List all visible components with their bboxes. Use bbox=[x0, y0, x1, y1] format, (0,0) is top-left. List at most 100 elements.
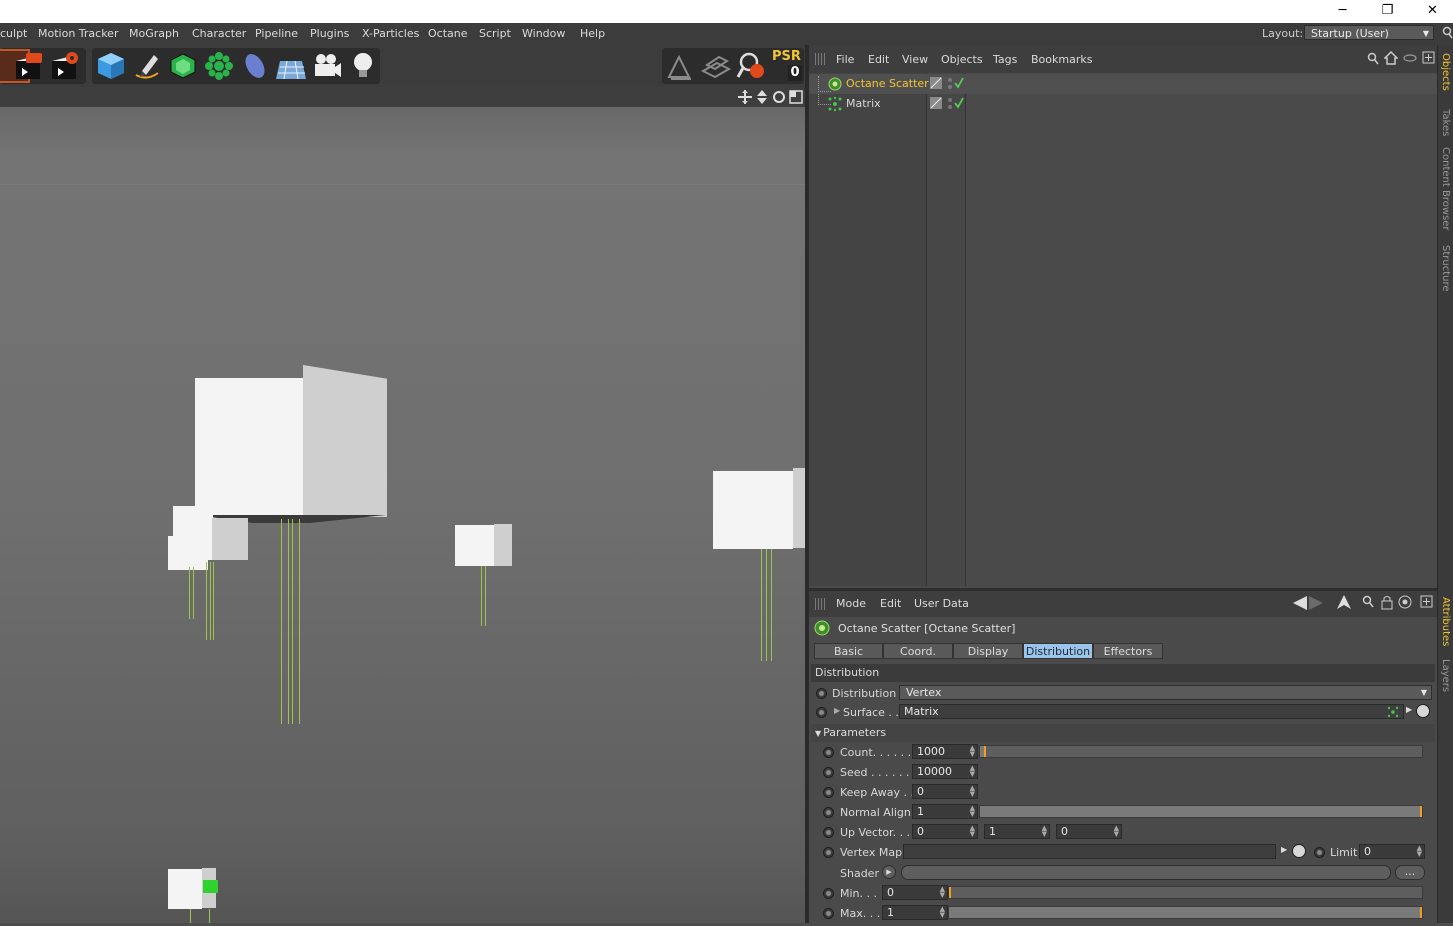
menu-script[interactable]: Script bbox=[479, 27, 511, 40]
link-menu-arrow-icon[interactable]: ▶ bbox=[1281, 845, 1287, 854]
rotate-view-icon[interactable] bbox=[772, 90, 786, 104]
menu-window[interactable]: Window bbox=[522, 27, 565, 40]
cube-icon[interactable] bbox=[94, 49, 128, 83]
seed-input[interactable]: 10000 ▲ ▼ bbox=[912, 764, 978, 779]
tab-display[interactable]: Display bbox=[953, 643, 1023, 659]
menu-pipeline[interactable]: Pipeline bbox=[255, 27, 298, 40]
camera-icon[interactable] bbox=[310, 49, 344, 83]
new-panel-icon[interactable] bbox=[1422, 51, 1435, 64]
object-name[interactable]: Octane Scatter bbox=[846, 77, 929, 90]
keyframe-radio[interactable] bbox=[816, 688, 827, 699]
slider-handle[interactable] bbox=[949, 887, 951, 898]
light-icon[interactable] bbox=[346, 49, 380, 83]
layer-tag-icon[interactable] bbox=[930, 97, 944, 110]
floor-icon[interactable] bbox=[274, 49, 308, 83]
keyframe-radio[interactable] bbox=[823, 888, 834, 899]
magnifier-paint-icon[interactable] bbox=[735, 49, 769, 83]
tab-effectors[interactable]: Effectors bbox=[1093, 643, 1163, 659]
count-slider[interactable] bbox=[979, 745, 1423, 758]
search-icon[interactable] bbox=[1441, 26, 1453, 40]
min-input[interactable]: 0 ▲ ▼ bbox=[882, 885, 948, 900]
viewport-3d[interactable] bbox=[0, 87, 805, 923]
zoom-view-icon[interactable] bbox=[755, 90, 769, 104]
tab-attributes[interactable]: Attributes bbox=[1440, 597, 1451, 646]
keep-away-input[interactable]: 0 ▲ ▼ bbox=[912, 784, 978, 799]
min-slider[interactable] bbox=[948, 886, 1423, 899]
back-arrow-icon[interactable] bbox=[1293, 596, 1325, 610]
keyframe-radio[interactable] bbox=[823, 767, 834, 778]
spinner-icon[interactable]: ▲ ▼ bbox=[970, 785, 975, 798]
object-row-matrix[interactable]: Matrix bbox=[809, 94, 1437, 114]
spinner-icon[interactable]: ▲ ▼ bbox=[970, 805, 975, 818]
max-slider[interactable] bbox=[948, 906, 1423, 919]
visibility-dots-icon[interactable] bbox=[946, 96, 954, 111]
menu-plugins[interactable]: Plugins bbox=[310, 27, 349, 40]
search-icon[interactable] bbox=[1367, 52, 1380, 66]
om-menu-edit[interactable]: Edit bbox=[868, 53, 889, 66]
maximize-view-icon[interactable] bbox=[789, 90, 803, 104]
menu-character[interactable]: Character bbox=[192, 27, 246, 40]
spinner-icon[interactable]: ▲ ▼ bbox=[940, 906, 945, 919]
layer-tag-icon[interactable] bbox=[930, 77, 944, 90]
keyframe-radio[interactable] bbox=[823, 847, 834, 858]
up-vector-z-input[interactable]: 0 ▲ ▼ bbox=[1056, 824, 1122, 839]
spinner-icon[interactable]: ▲ ▼ bbox=[1417, 845, 1422, 858]
vertex-map-field[interactable] bbox=[903, 844, 1276, 859]
spinner-icon[interactable]: ▲ ▼ bbox=[970, 825, 975, 838]
target-icon[interactable] bbox=[1398, 595, 1412, 609]
restore-button[interactable]: ❐ bbox=[1365, 0, 1410, 23]
new-panel-icon[interactable] bbox=[1420, 595, 1433, 608]
snap-icon[interactable] bbox=[663, 49, 697, 83]
normal-align-slider[interactable] bbox=[979, 805, 1423, 818]
minimize-button[interactable]: ─ bbox=[1320, 0, 1365, 23]
distribution-dropdown[interactable]: Vertex ▼ bbox=[899, 685, 1432, 700]
tab-basic[interactable]: Basic bbox=[814, 643, 883, 659]
keyframe-radio[interactable] bbox=[816, 707, 827, 718]
search-icon[interactable] bbox=[1362, 595, 1375, 609]
tab-distribution[interactable]: Distribution bbox=[1023, 643, 1093, 659]
tab-objects[interactable]: Objects bbox=[1440, 53, 1451, 91]
count-input[interactable]: 1000 ▲ ▼ bbox=[912, 744, 978, 759]
link-icon[interactable] bbox=[1403, 53, 1417, 63]
tab-takes[interactable]: Takes bbox=[1440, 109, 1451, 136]
lock-icon[interactable] bbox=[1381, 595, 1393, 610]
link-menu-arrow-icon[interactable]: ▶ bbox=[1406, 705, 1412, 714]
om-menu-file[interactable]: File bbox=[836, 53, 854, 66]
enabled-check-icon[interactable] bbox=[954, 97, 964, 109]
close-button[interactable]: ✕ bbox=[1410, 0, 1453, 23]
pick-vertex-map-icon[interactable] bbox=[1292, 844, 1306, 858]
om-menu-tags[interactable]: Tags bbox=[993, 53, 1017, 66]
shader-menu-arrow-icon[interactable]: ▶ bbox=[882, 865, 896, 879]
keyframe-radio[interactable] bbox=[823, 908, 834, 919]
workplane-icon[interactable] bbox=[699, 49, 733, 83]
spinner-icon[interactable]: ▲ ▼ bbox=[1042, 825, 1047, 838]
tab-coord[interactable]: Coord. bbox=[883, 643, 953, 659]
pick-object-icon[interactable] bbox=[1416, 704, 1430, 718]
menu-sculpt[interactable]: culpt bbox=[0, 27, 27, 40]
tab-layers[interactable]: Layers bbox=[1440, 659, 1451, 692]
visibility-dots-icon[interactable] bbox=[946, 76, 954, 91]
shader-options-button[interactable]: ... bbox=[1395, 865, 1425, 880]
deformer-icon[interactable] bbox=[238, 49, 272, 83]
render-view-icon[interactable] bbox=[12, 49, 46, 83]
axis-handle[interactable] bbox=[203, 880, 218, 893]
shader-field[interactable] bbox=[901, 865, 1391, 880]
psr-indicator[interactable]: PSR 0 bbox=[772, 49, 804, 83]
om-menu-view[interactable]: View bbox=[902, 53, 928, 66]
grip-icon[interactable] bbox=[815, 598, 827, 610]
menu-mograph[interactable]: MoGraph bbox=[129, 27, 179, 40]
normal-align-input[interactable]: 1 ▲ ▼ bbox=[912, 804, 978, 819]
keyframe-radio[interactable] bbox=[823, 827, 834, 838]
spinner-icon[interactable]: ▲ ▼ bbox=[940, 886, 945, 899]
om-menu-objects[interactable]: Objects bbox=[941, 53, 983, 66]
group-parameters[interactable]: ▼ Parameters bbox=[811, 724, 1435, 742]
surface-link-field[interactable]: Matrix bbox=[899, 704, 1404, 719]
home-icon[interactable] bbox=[1384, 51, 1398, 65]
keyframe-radio[interactable] bbox=[823, 807, 834, 818]
object-name[interactable]: Matrix bbox=[846, 97, 881, 110]
spinner-icon[interactable]: ▲ ▼ bbox=[1114, 825, 1119, 838]
select-arrow-icon[interactable] bbox=[1337, 595, 1351, 610]
pen-spline-icon[interactable] bbox=[130, 49, 164, 83]
slider-handle[interactable] bbox=[984, 746, 986, 757]
enabled-check-icon[interactable] bbox=[954, 77, 964, 89]
